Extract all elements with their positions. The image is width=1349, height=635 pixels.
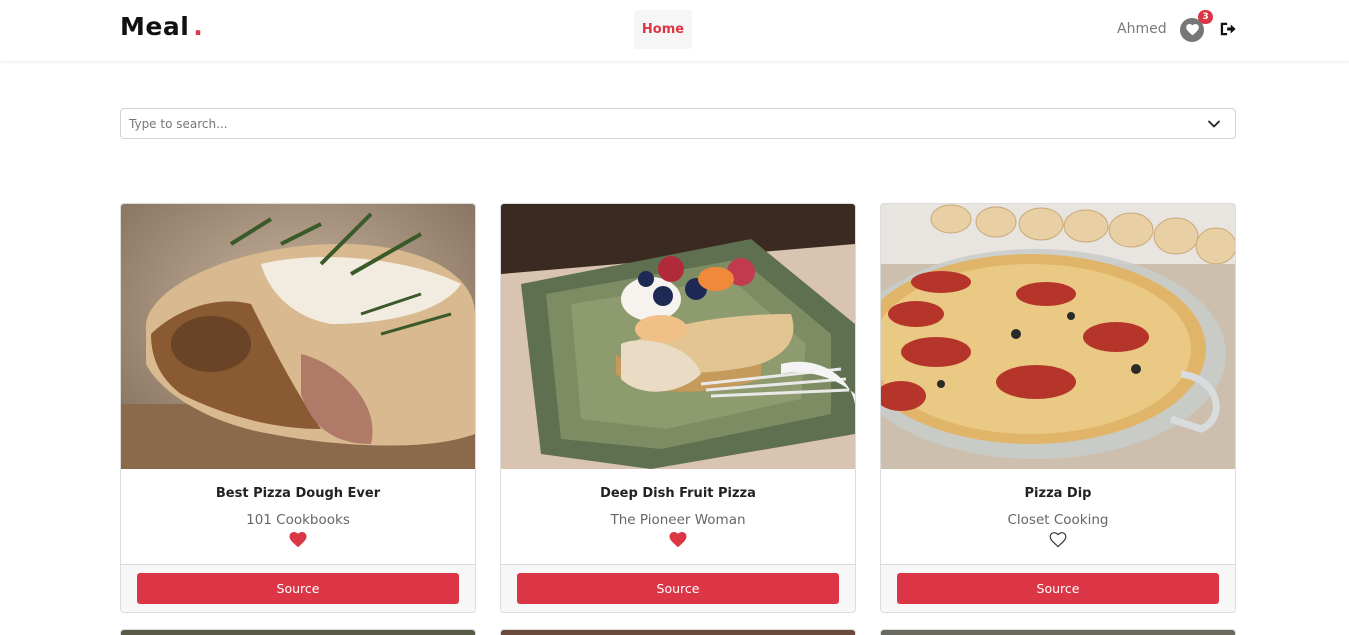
recipe-card: Deep Dish Fruit Pizza The Pioneer Woman …: [500, 203, 856, 613]
username: Ahmed: [1117, 21, 1167, 37]
source-button[interactable]: Source: [517, 573, 839, 604]
chevron-down-icon[interactable]: [1207, 117, 1221, 131]
nav-home-link[interactable]: Home: [634, 10, 692, 49]
heart-filled-icon[interactable]: [669, 532, 687, 548]
source-button[interactable]: Source: [897, 573, 1219, 604]
sign-out-icon[interactable]: [1219, 20, 1237, 38]
favorites-count-badge: 3: [1198, 10, 1213, 24]
heart-outline-icon[interactable]: [1049, 532, 1067, 548]
heart-icon: [1185, 24, 1199, 36]
recipe-title: Pizza Dip: [1024, 486, 1092, 501]
favorites-button[interactable]: 3: [1180, 10, 1213, 42]
recipe-image: [501, 204, 855, 469]
recipe-card-next: [120, 629, 476, 635]
recipe-title: Deep Dish Fruit Pizza: [600, 486, 756, 501]
recipe-publisher: 101 Cookbooks: [246, 512, 350, 528]
brand-name: Meal: [120, 12, 190, 41]
recipe-image: [121, 204, 475, 469]
recipe-card-next: [880, 629, 1236, 635]
navbar: Meal. Home Ahmed 3: [0, 0, 1349, 61]
recipe-card-next: [500, 629, 856, 635]
card-footer: Source: [881, 564, 1235, 612]
search-select[interactable]: [120, 108, 1236, 139]
recipe-card: Best Pizza Dough Ever 101 Cookbooks Sour…: [120, 203, 476, 613]
recipe-publisher: The Pioneer Woman: [610, 512, 746, 528]
source-button[interactable]: Source: [137, 573, 459, 604]
search-input[interactable]: [129, 109, 1189, 138]
recipe-image: [881, 204, 1235, 469]
brand-dot: .: [193, 12, 204, 41]
card-footer: Source: [501, 564, 855, 612]
recipe-card: Pizza Dip Closet Cooking Source: [880, 203, 1236, 613]
recipe-title: Best Pizza Dough Ever: [215, 486, 381, 501]
brand-logo[interactable]: Meal.: [120, 12, 203, 41]
recipe-publisher: Closet Cooking: [1007, 512, 1109, 528]
heart-filled-icon[interactable]: [289, 532, 307, 548]
card-footer: Source: [121, 564, 475, 612]
